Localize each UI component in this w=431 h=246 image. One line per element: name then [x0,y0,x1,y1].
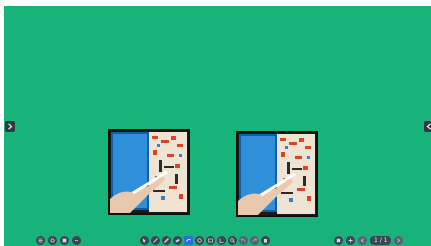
image-icon [207,238,214,243]
settings-button[interactable] [48,236,57,245]
page-navigation: 1 / 1 [334,236,404,245]
undo-icon [75,240,78,241]
page-counter: 1 / 1 [370,236,392,245]
text-tool-button[interactable] [195,236,204,245]
whiteboard-canvas[interactable] [4,6,431,246]
next-page-button[interactable] [394,236,404,245]
undo-icon [240,237,246,243]
left-panel-toggle[interactable] [5,121,15,132]
redo-icon [252,237,258,243]
menu-icon [38,238,43,243]
center-toolbar [140,236,270,245]
delete-button[interactable] [261,236,270,245]
pen-tool-button[interactable] [151,236,160,245]
undo-button-left[interactable] [72,236,81,245]
eraser-tool-button[interactable] [173,236,182,245]
next-page-icon [397,238,401,243]
shape-tool-button[interactable] [184,236,193,245]
image-thumbnail-1[interactable] [108,129,190,215]
image-icon [109,130,189,214]
image-icon [237,132,317,216]
redo-button[interactable] [250,236,259,245]
delete-icon [264,239,267,243]
menu-button[interactable] [36,236,45,245]
chevron-left-icon [426,123,431,130]
prev-page-icon [361,238,364,243]
pen-icon [153,238,158,243]
eraser-icon [175,238,180,243]
highlighter-icon [164,238,169,243]
select-icon [143,238,146,243]
add-page-icon [336,238,341,243]
save-icon [62,238,67,243]
add-page-button[interactable] [334,236,343,245]
new-page-button[interactable] [346,236,355,245]
settings-icon [50,238,55,243]
select-tool-button[interactable] [140,236,149,245]
plus-icon [348,238,353,243]
image-tool-button[interactable] [206,236,215,245]
image-thumbnail-2[interactable] [236,131,318,217]
prev-page-button[interactable] [358,236,367,245]
undo-button[interactable] [239,236,248,245]
text-icon [197,238,202,243]
highlighter-tool-button[interactable] [162,236,171,245]
shape-icon [186,239,191,242]
right-panel-toggle[interactable] [424,121,431,132]
zoom-button[interactable] [228,236,237,245]
left-toolbar [36,236,81,245]
crop-tool-button[interactable] [217,236,226,245]
crop-icon [219,238,224,243]
zoom-icon [230,238,235,243]
chevron-right-icon [8,123,13,130]
save-button[interactable] [60,236,69,245]
